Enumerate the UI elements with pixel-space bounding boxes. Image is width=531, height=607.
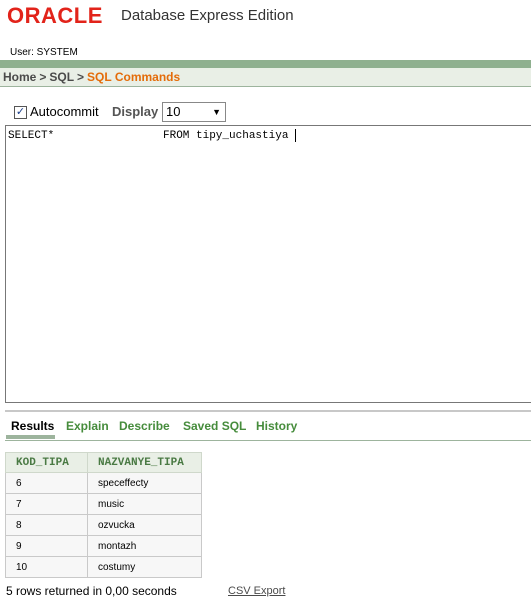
sql-toolbar: ✓ Autocommit Display 10 ▼ — [6, 99, 531, 123]
cell-nazvanye-tipa: speceffecty — [87, 472, 202, 494]
header-strip — [0, 60, 531, 68]
oracle-logo: ORACLE — [7, 5, 103, 27]
results-tabs: Results Explain Describe Saved SQL Histo… — [5, 412, 531, 441]
cell-nazvanye-tipa: montazh — [87, 535, 202, 557]
display-select[interactable]: 10 ▼ — [162, 102, 226, 122]
cell-nazvanye-tipa: costumy — [87, 556, 202, 578]
table-row: 9 montazh — [5, 535, 202, 557]
tab-describe[interactable]: Describe — [119, 419, 170, 433]
cell-kod-tipa: 8 — [5, 514, 88, 536]
cell-kod-tipa: 9 — [5, 535, 88, 557]
display-label: Display — [112, 104, 159, 119]
breadcrumb-separator: > — [77, 70, 85, 84]
cell-nazvanye-tipa: music — [87, 493, 202, 515]
table-row: 7 music — [5, 493, 202, 515]
text-caret — [295, 129, 296, 142]
rows-returned-message: 5 rows returned in 0,00 seconds — [6, 584, 177, 598]
display-value: 10 — [166, 104, 181, 119]
column-header-kod-tipa: KOD_TIPA — [5, 452, 88, 473]
cell-kod-tipa: 6 — [5, 472, 88, 494]
user-label: User: SYSTEM — [10, 47, 78, 58]
product-title: Database Express Edition — [121, 7, 294, 24]
breadcrumb-sql[interactable]: SQL — [49, 68, 74, 86]
column-header-nazvanye-tipa: NAZVANYE_TIPA — [87, 452, 202, 473]
cell-kod-tipa: 7 — [5, 493, 88, 515]
breadcrumb-current: SQL Commands — [87, 70, 181, 84]
results-table: KOD_TIPA NAZVANYE_TIPA 6 speceffecty 7 m… — [5, 452, 202, 578]
tab-saved-sql[interactable]: Saved SQL — [183, 419, 246, 433]
tab-results[interactable]: Results — [11, 419, 54, 433]
breadcrumb-home[interactable]: Home — [3, 68, 36, 86]
autocommit-checkbox[interactable]: ✓ — [14, 106, 27, 119]
breadcrumb: Home > SQL > SQL Commands — [0, 68, 531, 87]
cell-nazvanye-tipa: ozvucka — [87, 514, 202, 536]
sql-text-from: FROM tipy_uchastiya — [163, 130, 289, 142]
table-header-row: KOD_TIPA NAZVANYE_TIPA — [5, 452, 202, 473]
sql-text-select: SELECT* — [8, 130, 55, 142]
cell-kod-tipa: 10 — [5, 556, 88, 578]
tab-history[interactable]: History — [256, 419, 297, 433]
table-row: 10 costumy — [5, 556, 202, 578]
table-row: 8 ozvucka — [5, 514, 202, 536]
table-row: 6 speceffecty — [5, 472, 202, 494]
chevron-down-icon: ▼ — [212, 107, 221, 117]
active-tab-indicator — [6, 435, 55, 439]
oracle-logo-text: ORACLE — [7, 3, 103, 28]
csv-export-link[interactable]: CSV Export — [228, 585, 285, 597]
breadcrumb-separator: > — [39, 70, 47, 84]
tab-explain[interactable]: Explain — [66, 419, 109, 433]
autocommit-label[interactable]: Autocommit — [30, 104, 99, 119]
sql-editor[interactable]: SELECT* FROM tipy_uchastiya — [5, 125, 531, 403]
